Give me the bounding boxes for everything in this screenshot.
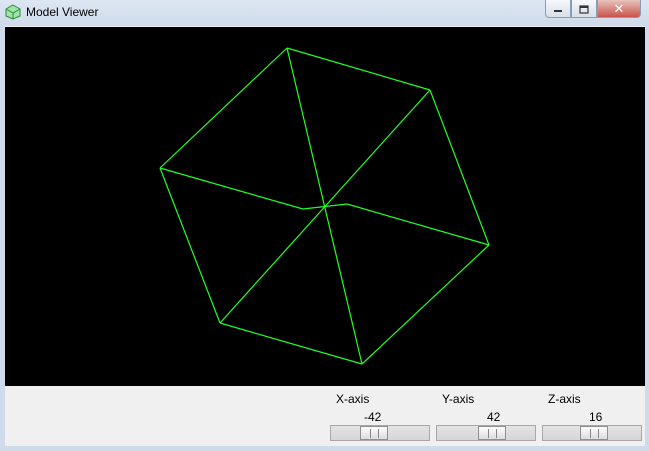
cube-edge (346, 203, 490, 246)
cube-icon (5, 4, 21, 20)
z-axis-label: Z-axis (548, 392, 581, 406)
cube-edge (159, 47, 288, 169)
wireframe-cube (159, 47, 490, 365)
title-bar[interactable]: Model Viewer ✕ (0, 0, 649, 26)
window-title: Model Viewer (26, 5, 99, 19)
cube-edge (159, 167, 304, 210)
cube-diagonal (219, 89, 431, 324)
close-icon: ✕ (613, 0, 625, 16)
cube-edge (361, 244, 490, 365)
y-axis-slider-thumb[interactable] (478, 426, 506, 440)
minimize-button[interactable] (545, 0, 571, 18)
z-axis-slider[interactable] (542, 425, 642, 441)
cube-diagonal (286, 47, 363, 365)
cube-edge (159, 167, 221, 324)
z-axis-value: 16 (589, 410, 603, 424)
x-axis-slider-thumb[interactable] (360, 426, 388, 440)
close-button[interactable]: ✕ (597, 0, 641, 18)
x-axis-slider[interactable] (330, 425, 430, 441)
x-axis-value: -42 (364, 410, 382, 424)
window-border-right (645, 26, 649, 451)
x-axis-label: X-axis (336, 392, 370, 406)
cube-edge (286, 47, 431, 91)
minimize-icon (554, 9, 562, 12)
z-axis-slider-thumb[interactable] (580, 426, 608, 440)
wireframe-canvas (159, 47, 490, 365)
window-border-bottom (0, 446, 649, 451)
cube-edge (429, 89, 490, 246)
y-axis-label: Y-axis (442, 392, 475, 406)
cube-edge (219, 322, 363, 365)
maximize-icon (579, 4, 589, 14)
3d-viewport[interactable] (5, 27, 645, 386)
maximize-button[interactable] (571, 0, 597, 18)
y-axis-slider[interactable] (436, 425, 536, 441)
axis-controls: X-axis -42 Y-axis 42 Z-axis 16 (5, 386, 645, 446)
model-viewer-window: Model Viewer ✕ X-axis -42 Y-axis 42 Z-ax… (0, 0, 649, 451)
y-axis-value: 42 (487, 410, 501, 424)
